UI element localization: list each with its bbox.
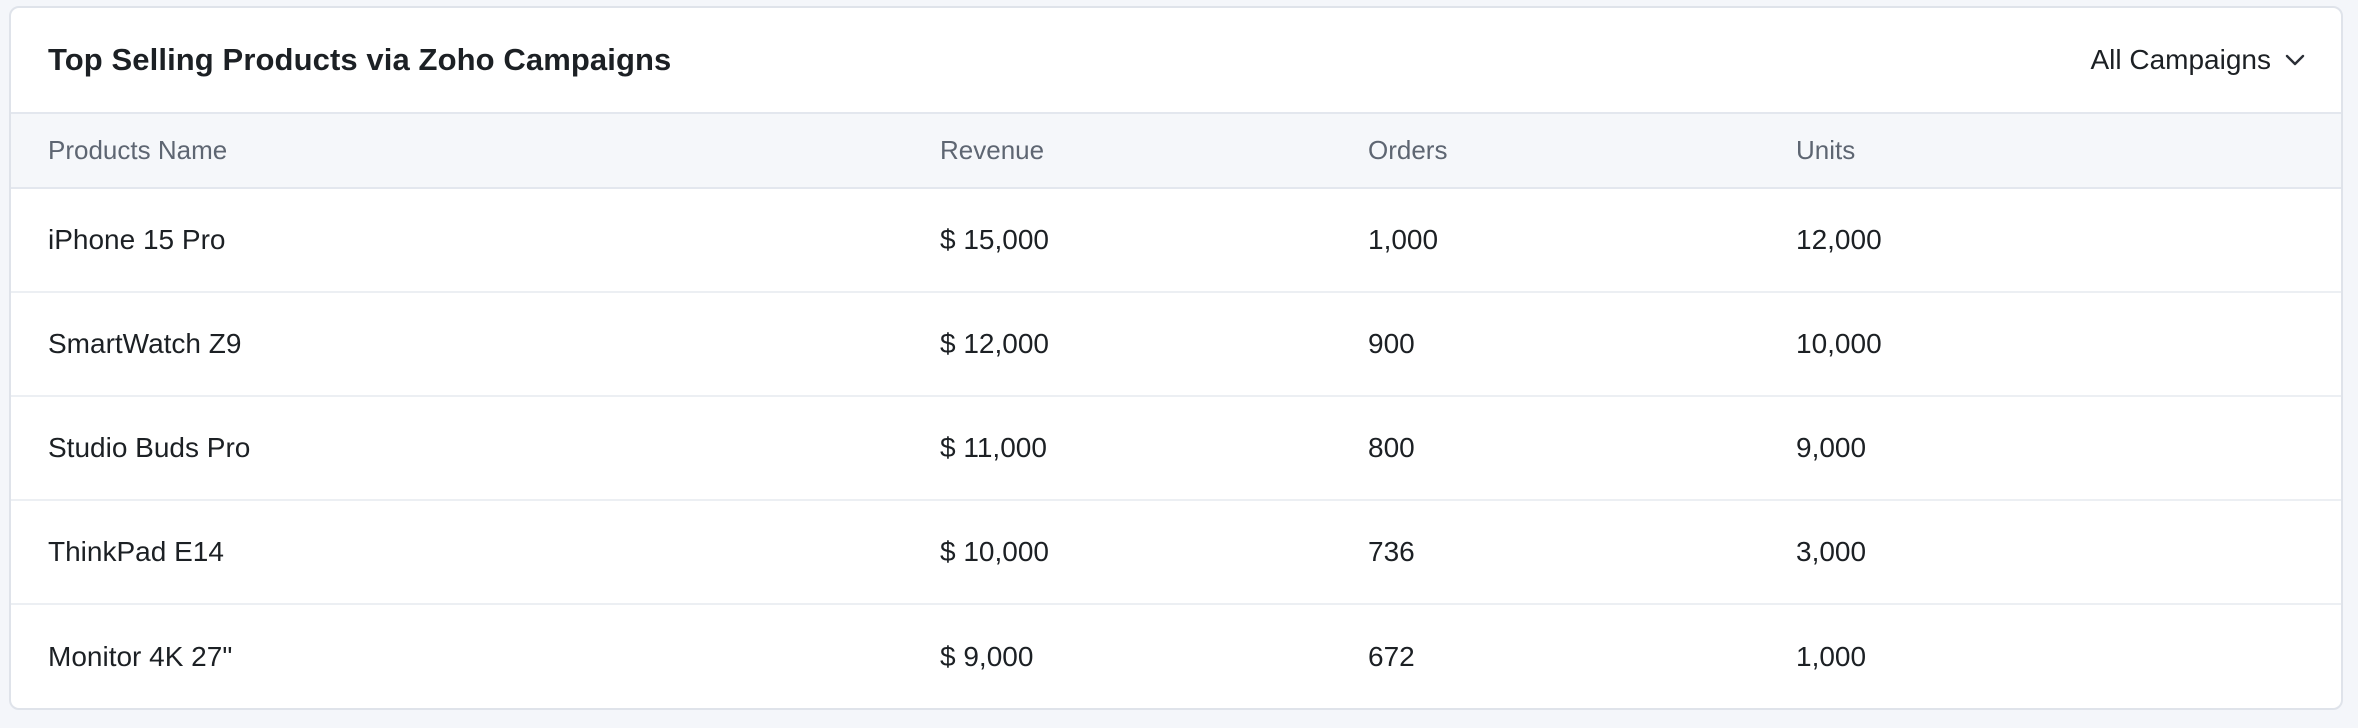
top-selling-products-card: Top Selling Products via Zoho Campaigns …	[9, 6, 2343, 710]
table-row[interactable]: iPhone 15 Pro $ 15,000 1,000 12,000	[11, 188, 2341, 292]
column-header-products-name[interactable]: Products Name	[11, 114, 940, 189]
revenue-cell: $ 12,000	[940, 328, 1049, 359]
revenue-cell: $ 10,000	[940, 536, 1049, 567]
units-cell: 1,000	[1796, 640, 1867, 672]
campaign-filter-dropdown[interactable]: All Campaigns	[2090, 44, 2305, 76]
units-cell: 3,000	[1796, 536, 1867, 567]
units-cell: 12,000	[1796, 224, 1882, 255]
orders-cell: 736	[1368, 536, 1415, 567]
column-header-orders[interactable]: Orders	[1368, 114, 1796, 189]
campaign-filter-label: All Campaigns	[2090, 44, 2271, 75]
product-name-cell: ThinkPad E14	[48, 536, 224, 567]
table-row[interactable]: SmartWatch Z9 $ 12,000 900 10,000	[11, 292, 2341, 396]
orders-cell: 900	[1368, 328, 1415, 359]
revenue-cell: $ 11,000	[940, 432, 1047, 463]
table-header-row: Products Name Revenue Orders Units	[11, 114, 2341, 189]
card-title: Top Selling Products via Zoho Campaigns	[48, 42, 672, 77]
table-row[interactable]: Monitor 4K 27" $ 9,000 672 1,000	[11, 604, 2341, 708]
table-row[interactable]: Studio Buds Pro $ 11,000 800 9,000	[11, 396, 2341, 500]
card-header: Top Selling Products via Zoho Campaigns …	[11, 8, 2341, 114]
product-name-cell: Monitor 4K 27"	[48, 640, 233, 672]
units-cell: 9,000	[1796, 432, 1867, 463]
product-name-cell: SmartWatch Z9	[48, 328, 242, 359]
orders-cell: 1,000	[1368, 224, 1439, 255]
product-name-cell: Studio Buds Pro	[48, 432, 251, 463]
column-header-revenue[interactable]: Revenue	[940, 114, 1368, 189]
table-row[interactable]: ThinkPad E14 $ 10,000 736 3,000	[11, 500, 2341, 604]
revenue-cell: $ 15,000	[940, 224, 1049, 255]
chevron-down-icon	[2285, 54, 2305, 66]
revenue-cell: $ 9,000	[940, 640, 1034, 672]
units-cell: 10,000	[1796, 328, 1882, 359]
products-table: Products Name Revenue Orders Units iPhon…	[11, 114, 2341, 708]
product-name-cell: iPhone 15 Pro	[48, 224, 226, 255]
column-header-units[interactable]: Units	[1796, 114, 2341, 189]
orders-cell: 672	[1368, 640, 1415, 672]
orders-cell: 800	[1368, 432, 1415, 463]
